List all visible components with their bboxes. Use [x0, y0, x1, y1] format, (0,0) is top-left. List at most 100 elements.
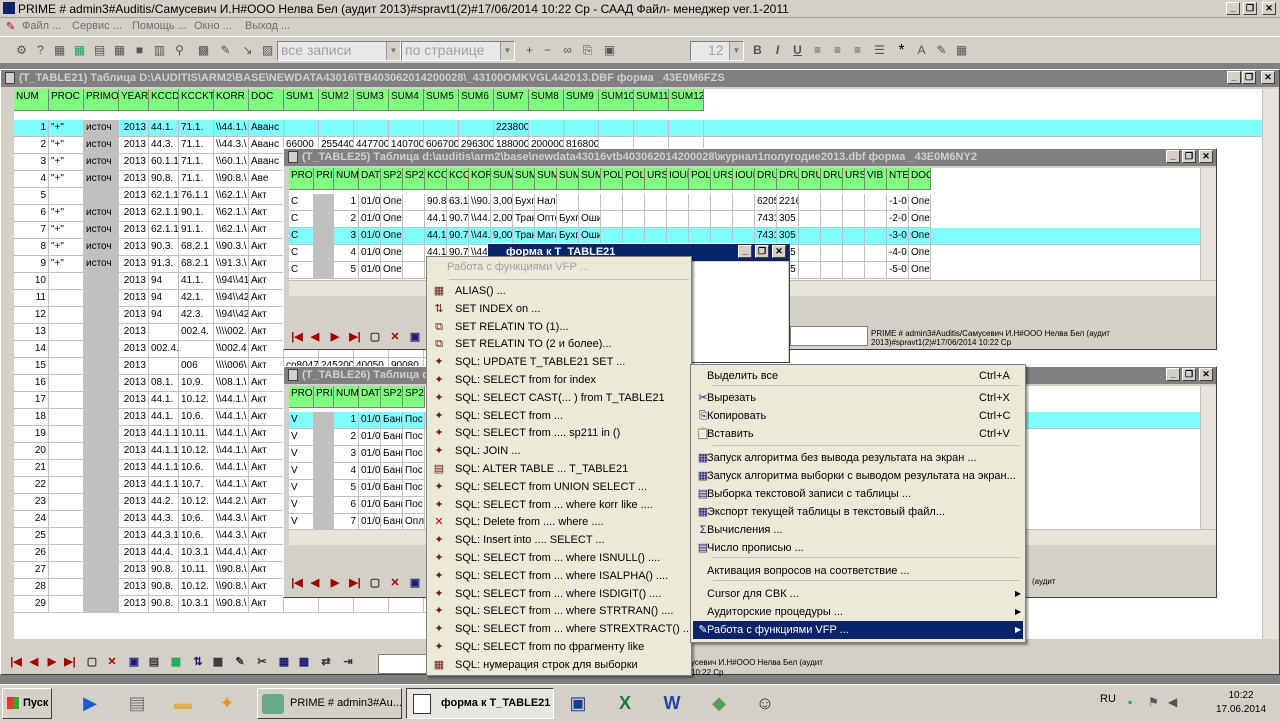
- table-cell[interactable]: Банк: [381, 429, 403, 446]
- table-cell[interactable]: [314, 228, 334, 245]
- table-cell[interactable]: [314, 429, 334, 446]
- table-cell[interactable]: [403, 211, 425, 228]
- paste-icon[interactable]: ▣: [602, 43, 617, 58]
- table-cell[interactable]: 7: [334, 514, 359, 529]
- table-cell[interactable]: 4: [14, 171, 49, 188]
- table-cell[interactable]: 25: [14, 528, 49, 545]
- table-cell[interactable]: Акт: [249, 256, 284, 273]
- context-menu-item[interactable]: ✎ Работа с функциями VFP ... ▶: [693, 621, 1023, 639]
- table-cell[interactable]: [84, 545, 119, 562]
- table-cell[interactable]: 223800: [494, 120, 529, 137]
- table-cell[interactable]: 13: [14, 324, 49, 341]
- table-cell[interactable]: 01/0: [359, 194, 381, 211]
- table-cell[interactable]: 44.1.1: [149, 460, 179, 477]
- table-cell[interactable]: \\62.1.\: [214, 222, 249, 239]
- table-cell[interactable]: 91.1.: [179, 222, 214, 239]
- table-cell[interactable]: 63.1: [447, 194, 469, 211]
- vfp-menu-item[interactable]: ✦ SQL: JOIN ...: [429, 442, 689, 460]
- column-header[interactable]: PRIMO: [84, 89, 119, 111]
- table-cell[interactable]: "+": [49, 256, 84, 273]
- table-cell[interactable]: [49, 579, 84, 596]
- table-cell[interactable]: [84, 324, 119, 341]
- table-cell[interactable]: [403, 245, 425, 262]
- table-cell[interactable]: [843, 262, 865, 279]
- table-cell[interactable]: Акт: [249, 273, 284, 290]
- column-header[interactable]: PROC: [289, 168, 314, 190]
- column-header[interactable]: PRIMO: [314, 168, 334, 190]
- vfp-menu-item[interactable]: ✦ SQL: SELECT from .... sp211 in (): [429, 424, 689, 442]
- powershell-icon[interactable]: ▶: [75, 688, 105, 718]
- table-cell[interactable]: [84, 188, 119, 205]
- table-cell[interactable]: источ: [84, 137, 119, 154]
- volume-icon[interactable]: ◀: [1168, 695, 1177, 709]
- table-cell[interactable]: 71.1.: [179, 154, 214, 171]
- table-cell[interactable]: 3: [334, 446, 359, 463]
- underline-button[interactable]: U: [790, 43, 805, 58]
- context-menu-item[interactable]: ▦ Запуск алгоритма без вывода результата …: [693, 449, 1023, 467]
- table-cell[interactable]: Аванс: [249, 137, 284, 154]
- column-header[interactable]: PROC: [49, 89, 84, 111]
- table-cell[interactable]: [49, 358, 84, 375]
- table-cell[interactable]: [711, 194, 733, 211]
- table-cell[interactable]: [389, 120, 424, 137]
- table-cell[interactable]: 26: [14, 545, 49, 562]
- navigation-input[interactable]: [378, 654, 430, 674]
- table-cell[interactable]: источ: [84, 205, 119, 222]
- table-cell[interactable]: C: [289, 194, 314, 211]
- table-cell[interactable]: \\90.8.\: [214, 171, 249, 188]
- column-header[interactable]: PRIMO: [314, 386, 334, 408]
- maximize-button[interactable]: ❐: [1243, 2, 1257, 15]
- table-cell[interactable]: [84, 579, 119, 596]
- vfp-menu-item[interactable]: ▦ ALIAS() ...: [429, 282, 689, 300]
- column-header[interactable]: SUM1: [284, 89, 319, 111]
- table-cell[interactable]: 3,00: [491, 194, 513, 211]
- column-header[interactable]: NUM: [334, 168, 359, 190]
- vfp-menu-item[interactable]: ✦ SQL: SELECT from ... where ISDIGIT() ..…: [429, 585, 689, 603]
- table-cell[interactable]: Акт: [249, 205, 284, 222]
- table-cell[interactable]: [459, 120, 494, 137]
- hatch-icon[interactable]: ▨: [260, 43, 275, 58]
- table-cell[interactable]: [314, 480, 334, 497]
- context-menu-item[interactable]: Аудиторские процедуры ... ▶: [693, 603, 1023, 621]
- column-header[interactable]: PROC: [289, 386, 314, 408]
- table-cell[interactable]: [314, 412, 334, 429]
- delete-record-icon[interactable]: ✕: [388, 576, 402, 590]
- column-header[interactable]: KCCDT: [425, 168, 447, 190]
- table-cell[interactable]: 10.12.: [179, 392, 214, 409]
- table-cell[interactable]: Акт: [249, 494, 284, 511]
- table-cell[interactable]: [799, 245, 821, 262]
- column-header[interactable]: SUM_: [557, 168, 579, 190]
- next-record-icon[interactable]: ▶: [328, 576, 342, 590]
- table-cell[interactable]: 27: [14, 562, 49, 579]
- table-cell[interactable]: источ: [84, 171, 119, 188]
- table-cell[interactable]: 44.3.1: [149, 528, 179, 545]
- table-cell[interactable]: \\44.1.\: [214, 443, 249, 460]
- column-header[interactable]: DATE: [359, 386, 381, 408]
- table-cell[interactable]: V: [289, 412, 314, 429]
- table-cell[interactable]: 18: [14, 409, 49, 426]
- column-header[interactable]: DOC: [249, 89, 284, 111]
- start-button[interactable]: Пуск: [2, 688, 52, 719]
- table-cell[interactable]: источ: [84, 120, 119, 137]
- print-icon[interactable]: ▤: [147, 655, 161, 669]
- column-header[interactable]: SUM11: [634, 89, 669, 111]
- table-cell[interactable]: Банк: [381, 514, 403, 529]
- table-cell[interactable]: Банк: [381, 497, 403, 514]
- close-button[interactable]: ✕: [1199, 368, 1213, 381]
- table-cell[interactable]: 44.1.1: [149, 477, 179, 494]
- table-cell[interactable]: 3: [14, 154, 49, 171]
- table-cell[interactable]: 71.1.: [179, 120, 214, 137]
- minimize-button[interactable]: _: [1226, 2, 1240, 15]
- table-cell[interactable]: 10.6.: [179, 528, 214, 545]
- table-cell[interactable]: 01/0: [359, 262, 381, 279]
- table-cell[interactable]: [84, 290, 119, 307]
- table-cell[interactable]: 44.2.: [149, 494, 179, 511]
- table-cell[interactable]: Акт: [249, 596, 284, 613]
- table-cell[interactable]: Банк: [381, 480, 403, 497]
- excel-icon[interactable]: X: [610, 688, 640, 718]
- vfp-menu-item[interactable]: ✕ SQL: Delete from .... where ....: [429, 513, 689, 531]
- browser-icon[interactable]: ✦: [212, 688, 242, 718]
- table-cell[interactable]: Акт: [249, 528, 284, 545]
- table-row[interactable]: V 6 01/0 Банк Пос: [289, 497, 425, 514]
- table-cell[interactable]: V: [289, 446, 314, 463]
